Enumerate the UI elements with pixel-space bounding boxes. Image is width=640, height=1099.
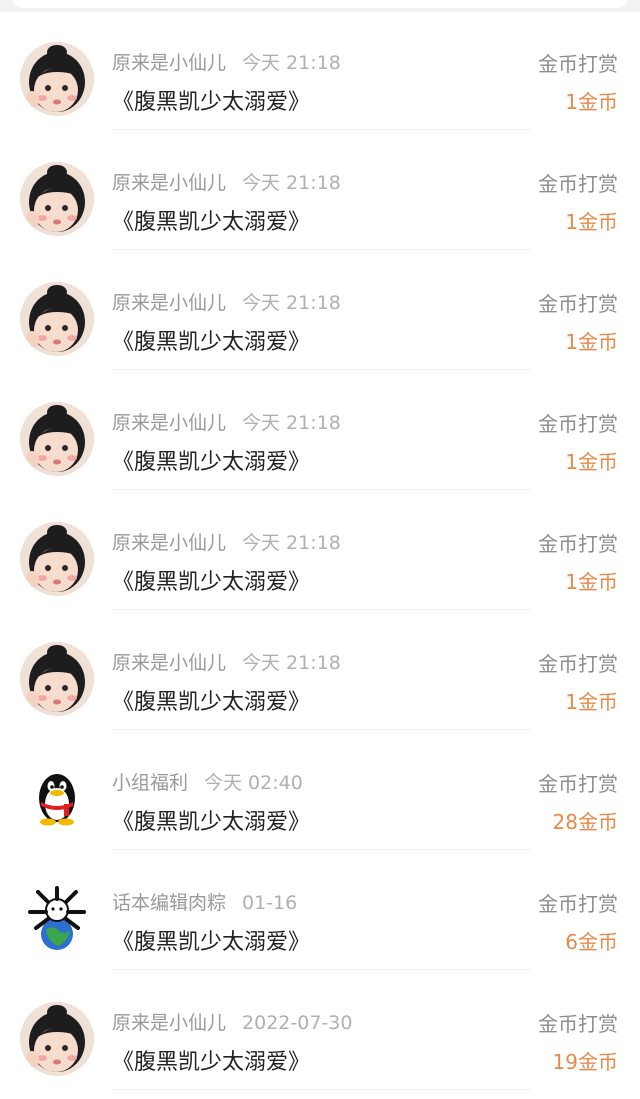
list-item[interactable]: 原来是小仙儿 今天 21:18 《腹黑凯少太溺爱》 金币打赏 1金币 [0,370,640,490]
reward-type: 金币打赏 [538,772,618,796]
item-meta: 原来是小仙儿 今天 21:18 [112,168,341,194]
timestamp: 2022-07-30 [242,1012,353,1034]
book-title[interactable]: 《腹黑凯少太溺爱》 [112,204,310,236]
user-name[interactable]: 原来是小仙儿 [112,532,226,554]
list-item[interactable]: 原来是小仙儿 今天 21:18 《腹黑凯少太溺爱》 金币打赏 1金币 [0,130,640,250]
avatar[interactable] [20,882,94,956]
book-title[interactable]: 《腹黑凯少太溺爱》 [112,84,310,116]
reward-type: 金币打赏 [538,1012,618,1036]
reward-type: 金币打赏 [538,172,618,196]
reward-amount: 1金币 [565,570,618,594]
item-meta: 话本编辑肉粽 01-16 [112,888,297,914]
reward-amount: 6金币 [565,930,618,954]
item-meta: 原来是小仙儿 今天 21:18 [112,408,341,434]
girl-avatar-icon [20,642,94,716]
avatar[interactable] [20,642,94,716]
book-title[interactable]: 《腹黑凯少太溺爱》 [112,444,310,476]
reward-amount: 1金币 [565,450,618,474]
user-name[interactable]: 小组福利 [112,772,188,794]
reward-amount: 1金币 [565,690,618,714]
timestamp: 今天 21:18 [242,52,341,74]
book-title[interactable]: 《腹黑凯少太溺爱》 [112,804,310,836]
user-name[interactable]: 原来是小仙儿 [112,292,226,314]
avatar[interactable] [20,1002,94,1076]
user-name[interactable]: 原来是小仙儿 [112,652,226,674]
list-item[interactable]: 原来是小仙儿 今天 21:18 《腹黑凯少太溺爱》 金币打赏 1金币 [0,610,640,730]
timestamp: 今天 21:18 [242,292,341,314]
reward-amount: 1金币 [565,330,618,354]
reward-amount: 28金币 [552,810,618,834]
user-name[interactable]: 话本编辑肉粽 [112,892,226,914]
avatar[interactable] [20,402,94,476]
avatar[interactable] [20,522,94,596]
girl-avatar-icon [20,1002,94,1076]
item-meta: 原来是小仙儿 今天 21:18 [112,48,341,74]
girl-avatar-icon [20,282,94,356]
user-name[interactable]: 原来是小仙儿 [112,172,226,194]
girl-avatar-icon [20,42,94,116]
timestamp: 今天 21:18 [242,652,341,674]
timestamp: 今天 21:18 [242,172,341,194]
user-name[interactable]: 原来是小仙儿 [112,412,226,434]
list-item[interactable]: 原来是小仙儿 2022-07-30 《腹黑凯少太溺爱》 金币打赏 19金币 [0,970,640,1090]
girl-avatar-icon [20,522,94,596]
globe-creature-icon [20,882,94,956]
reward-type: 金币打赏 [538,52,618,76]
list-item[interactable]: 话本编辑肉粽 01-16 《腹黑凯少太溺爱》 金币打赏 6金币 [0,850,640,970]
reward-amount: 1金币 [565,90,618,114]
divider [112,1089,530,1090]
book-title[interactable]: 《腹黑凯少太溺爱》 [112,324,310,356]
reward-type: 金币打赏 [538,412,618,436]
previous-card-edge [12,0,628,8]
book-title[interactable]: 《腹黑凯少太溺爱》 [112,1044,310,1076]
user-name[interactable]: 原来是小仙儿 [112,1012,226,1034]
avatar[interactable] [20,762,94,836]
penguin-icon [20,762,94,836]
reward-type: 金币打赏 [538,652,618,676]
girl-avatar-icon [20,402,94,476]
timestamp: 01-16 [242,892,298,914]
timestamp: 今天 02:40 [204,772,303,794]
list-item[interactable]: 小组福利 今天 02:40 《腹黑凯少太溺爱》 金币打赏 28金币 [0,730,640,850]
item-meta: 原来是小仙儿 2022-07-30 [112,1008,352,1034]
reward-type: 金币打赏 [538,892,618,916]
list-item[interactable]: 原来是小仙儿 今天 21:18 《腹黑凯少太溺爱》 金币打赏 1金币 [0,250,640,370]
avatar[interactable] [20,282,94,356]
item-meta: 小组福利 今天 02:40 [112,768,303,794]
reward-list: 原来是小仙儿 今天 21:18 《腹黑凯少太溺爱》 金币打赏 1金币 原来是小仙儿… [0,0,640,1099]
reward-amount: 1金币 [565,210,618,234]
avatar[interactable] [20,42,94,116]
book-title[interactable]: 《腹黑凯少太溺爱》 [112,924,310,956]
timestamp: 今天 21:18 [242,532,341,554]
reward-type: 金币打赏 [538,532,618,556]
item-meta: 原来是小仙儿 今天 21:18 [112,288,341,314]
girl-avatar-icon [20,162,94,236]
book-title[interactable]: 《腹黑凯少太溺爱》 [112,684,310,716]
item-meta: 原来是小仙儿 今天 21:18 [112,528,341,554]
list-item[interactable]: 原来是小仙儿 今天 21:18 《腹黑凯少太溺爱》 金币打赏 1金币 [0,10,640,130]
avatar[interactable] [20,162,94,236]
timestamp: 今天 21:18 [242,412,341,434]
list-item[interactable]: 原来是小仙儿 今天 21:18 《腹黑凯少太溺爱》 金币打赏 1金币 [0,490,640,610]
item-meta: 原来是小仙儿 今天 21:18 [112,648,341,674]
reward-type: 金币打赏 [538,292,618,316]
user-name[interactable]: 原来是小仙儿 [112,52,226,74]
book-title[interactable]: 《腹黑凯少太溺爱》 [112,564,310,596]
reward-amount: 19金币 [552,1050,618,1074]
